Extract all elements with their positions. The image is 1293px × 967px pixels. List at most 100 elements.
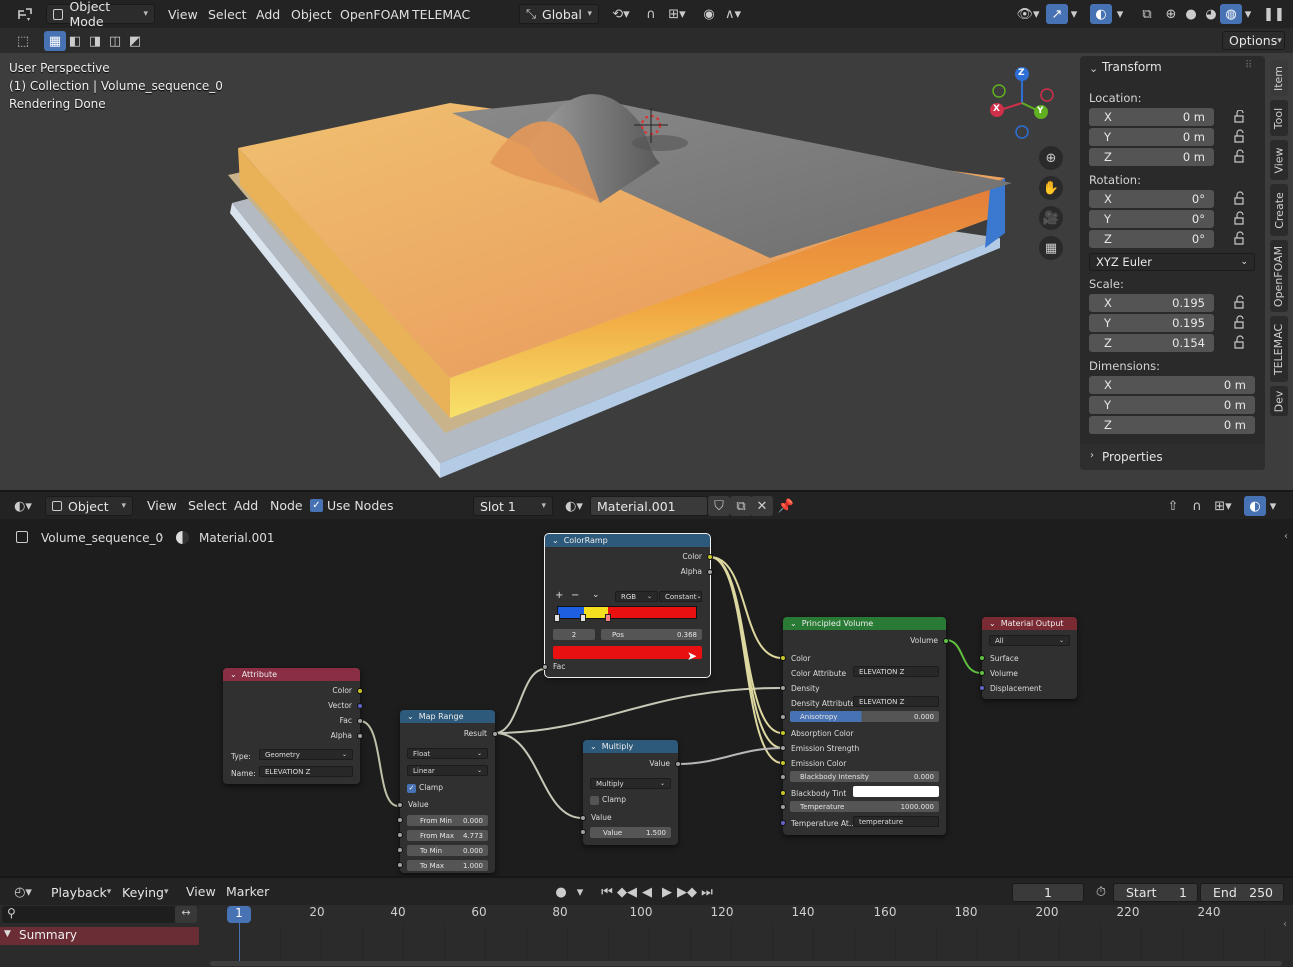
node-snap-icon[interactable]: ∩ — [1186, 496, 1208, 516]
location-x-field[interactable]: X0 m — [1089, 108, 1214, 126]
visibility-icon[interactable]: 👁▾ — [1012, 4, 1044, 24]
stop-color-swatch[interactable] — [553, 646, 702, 659]
add-stop-icon[interactable]: + — [555, 590, 563, 601]
stop-position-field[interactable]: Pos 0.368 — [601, 629, 702, 640]
select-invert-icon[interactable]: ◫ — [104, 31, 126, 51]
record-icon[interactable]: ● — [550, 882, 572, 902]
pv-volume-output-socket[interactable] — [943, 638, 949, 644]
location-z-field[interactable]: Z0 m — [1089, 148, 1214, 166]
menu-select[interactable]: Select — [208, 0, 247, 28]
pv-temp-attr-socket[interactable] — [780, 820, 786, 826]
timeline-editor-icon[interactable]: ◴▾ — [8, 882, 38, 902]
color-ramp-node[interactable]: ⌄ ColorRamp Color Alpha + − ⌄ RGB ⌄ Consta… — [542, 533, 713, 678]
overlay-dropdown-icon[interactable]: ▾ — [1112, 4, 1128, 24]
color-ramp-fac-socket[interactable] — [542, 664, 548, 670]
timeline-area[interactable]: ⚲ ↔ ▼ Summary 20 40 60 80 100 120 140 16… — [0, 905, 1293, 967]
node-menu-view[interactable]: View — [147, 492, 177, 519]
tab-item[interactable]: Item — [1270, 60, 1288, 96]
scale-x-field[interactable]: X 0.195 — [1089, 294, 1214, 312]
map-range-value-socket[interactable] — [397, 802, 403, 808]
material-output-target-dropdown[interactable]: All ⌄ — [989, 635, 1070, 646]
color-mode-dropdown[interactable]: RGB ⌄ — [615, 591, 658, 602]
pv-absorption-socket[interactable] — [780, 730, 786, 736]
timeline-menu-view[interactable]: View — [186, 878, 216, 905]
pivot-point-icon[interactable]: ⟲▾ — [606, 4, 636, 24]
node-menu-select[interactable]: Select — [188, 492, 227, 519]
multiply-clamp-checkbox[interactable] — [590, 796, 599, 805]
material-name-field[interactable]: Material.001 — [590, 496, 708, 516]
from-max-socket[interactable] — [397, 832, 403, 838]
play-icon[interactable]: ▶ — [656, 882, 678, 902]
timeline-menu-marker[interactable]: Marker — [226, 878, 269, 905]
horizontal-scrollbar[interactable] — [210, 961, 1282, 966]
tab-view[interactable]: View — [1270, 140, 1288, 180]
select-intersect-icon[interactable]: ◩ — [124, 31, 146, 51]
pv-emission-strength-socket[interactable] — [780, 745, 786, 751]
scale-y-field[interactable]: Y 0.195 — [1089, 314, 1214, 332]
tab-create[interactable]: Create — [1270, 184, 1288, 236]
pv-temperature-field[interactable]: Temperature 1000.000 — [790, 801, 939, 812]
select-subtract-icon[interactable]: ◨ — [84, 31, 106, 51]
multiply-node[interactable]: ⌄ Multiply Value Multiply ⌄ Clamp Value Va… — [580, 740, 681, 845]
attribute-alpha-socket[interactable] — [357, 733, 363, 739]
menu-view[interactable]: View — [168, 0, 198, 28]
color-ramp-alpha-socket[interactable] — [707, 569, 713, 575]
attribute-node-header[interactable]: ⌄ Attribute — [223, 668, 360, 681]
snap-element-icon[interactable]: ⊞▾ — [1208, 496, 1238, 516]
map-range-datatype-dropdown[interactable]: Float ⌄ — [407, 748, 488, 759]
tab-dev[interactable]: Dev — [1270, 386, 1288, 416]
parent-node-tree-icon[interactable]: ⇧ — [1162, 496, 1184, 516]
gizmo-toggle-icon[interactable]: ↗ — [1046, 4, 1068, 24]
transform-title[interactable]: Transform — [1102, 60, 1162, 74]
summary-channel[interactable]: ▼ Summary — [0, 927, 199, 945]
menu-add[interactable]: Add — [256, 0, 280, 28]
keying-dropdown[interactable]: Keying ▾ — [115, 882, 175, 902]
falloff-icon[interactable]: ∧▾ — [718, 4, 748, 24]
rotation-x-field[interactable]: X 0° — [1089, 190, 1214, 208]
pv-density-attr-field[interactable]: ELEVATION Z — [853, 696, 939, 707]
principled-volume-header[interactable]: ⌄ Principled Volume — [783, 617, 946, 630]
options-dropdown[interactable]: Options ▾ — [1222, 31, 1285, 50]
pin-icon[interactable]: 📌 — [775, 496, 797, 516]
tab-tool[interactable]: Tool — [1270, 100, 1288, 136]
multiply-value-field[interactable]: Value 1.500 — [590, 827, 671, 838]
principled-volume-node[interactable]: ⌄ Principled Volume Volume Color Color At… — [780, 617, 949, 835]
attribute-vector-socket[interactable] — [357, 703, 363, 709]
unlink-material-close-icon[interactable]: ✕ — [751, 496, 773, 516]
ramp-stop-2[interactable] — [580, 614, 586, 622]
attribute-fac-socket[interactable] — [357, 718, 363, 724]
jump-prev-keyframe-icon[interactable]: ◆◀ — [616, 882, 638, 902]
rotation-mode-dropdown[interactable]: XYZ Euler ⌄ — [1089, 253, 1255, 271]
snap-icon[interactable]: ∩ — [640, 4, 662, 24]
pan-hand-icon[interactable]: ✋ — [1039, 176, 1063, 200]
jump-next-keyframe-icon[interactable]: ▶◆ — [676, 882, 698, 902]
select-new-icon[interactable]: ▦ — [44, 31, 66, 51]
shader-type-dropdown[interactable]: Object ▾ — [45, 496, 133, 516]
shading-wireframe-icon[interactable]: ⊕ — [1160, 4, 1182, 24]
swap-arrows-icon[interactable]: ↔ — [175, 906, 197, 923]
pv-anisotropy-slider[interactable]: Anisotropy 0.000 — [790, 711, 939, 722]
attribute-type-dropdown[interactable]: Geometry ⌄ — [259, 749, 353, 760]
dimensions-y-field[interactable]: Y0 m — [1089, 396, 1255, 414]
pv-tint-socket[interactable] — [780, 790, 786, 796]
node-editor-canvas[interactable]: Volume_sequence_0 › Material.001 ‹ ⌄ Attr… — [0, 519, 1293, 876]
keying-set-icon[interactable]: ▾ — [572, 882, 588, 902]
drag-handle-icon[interactable]: ⠿ — [1245, 60, 1252, 71]
to-max-socket[interactable] — [397, 862, 403, 868]
duplicate-material-icon[interactable]: ⧉ — [730, 496, 752, 516]
attribute-name-field[interactable]: ELEVATION Z — [259, 766, 353, 777]
gizmo-dropdown-icon[interactable]: ▾ — [1066, 4, 1082, 24]
shading-dropdown-icon[interactable]: ▾ — [1240, 4, 1256, 24]
pause-render-icon[interactable]: ❚❚ — [1263, 4, 1285, 24]
ramp-menu-chevron-icon[interactable]: ⌄ — [592, 590, 600, 600]
to-min-field[interactable]: To Min 0.000 — [407, 845, 488, 856]
slot-dropdown[interactable]: Slot 1 ▾ — [473, 496, 553, 516]
material-output-node[interactable]: ⌄ Material Output All ⌄ Surface Volume Dis… — [979, 617, 1077, 699]
chevron-down-icon[interactable]: ⌄ — [1089, 62, 1098, 75]
pv-temperature-socket[interactable] — [780, 804, 786, 810]
node-editor-type-icon[interactable]: ◐▾ — [8, 496, 38, 516]
tab-telemac[interactable]: TELEMAC — [1270, 316, 1288, 382]
start-frame-field[interactable]: Start 1 — [1113, 883, 1198, 902]
multiply-input-socket-2[interactable] — [580, 829, 586, 835]
shading-material-icon[interactable]: ◕ — [1200, 4, 1222, 24]
